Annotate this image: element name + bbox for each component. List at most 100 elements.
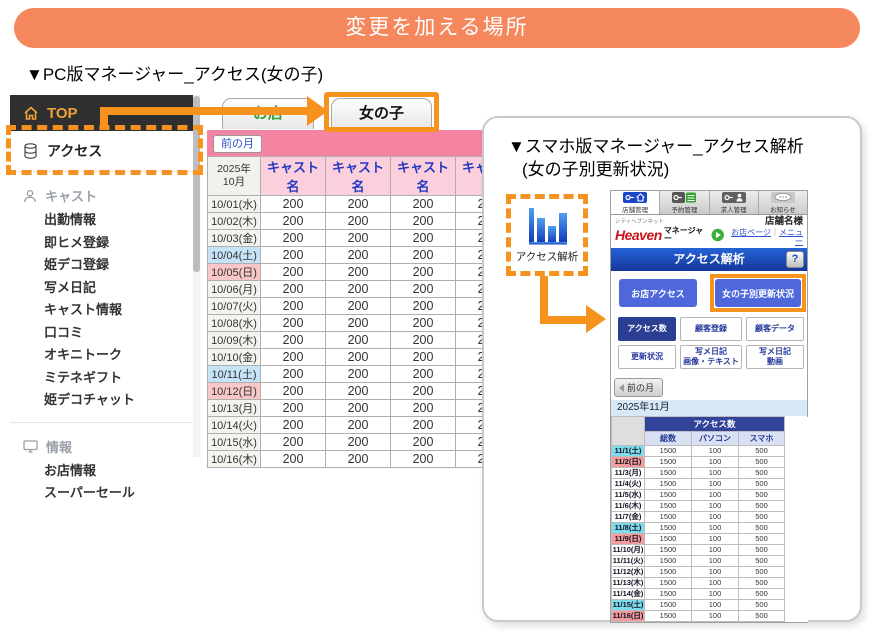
pc-date-cell: 10/01(水) bbox=[208, 196, 261, 213]
phone-filter-button[interactable]: 更新状況 bbox=[618, 345, 676, 369]
filler-cell bbox=[785, 556, 808, 567]
pc-date-cell: 10/08(水) bbox=[208, 315, 261, 332]
pc-table-row: 10/06(月)200200200200 bbox=[208, 281, 521, 298]
shop-name: 店舗名様 bbox=[725, 216, 803, 227]
heaven-logo-suffix: マネージャー bbox=[664, 227, 710, 243]
cast-menu-list: 出勤情報即ヒメ登録姫デコ登録写メ日記キャスト情報口コミオキニトークミテネギフト姫… bbox=[10, 205, 200, 412]
pc-table-row: 10/01(水)200200200200 bbox=[208, 196, 521, 213]
phone-value-cell: 500 bbox=[739, 567, 785, 578]
phone-filter-button[interactable]: 顧客データ bbox=[746, 317, 804, 341]
home-icon bbox=[23, 106, 39, 121]
pc-value-cell: 200 bbox=[261, 230, 326, 247]
phone-value-cell: 500 bbox=[739, 600, 785, 611]
phone-table-row: 11/4(火)1500100500 bbox=[612, 479, 808, 490]
person-icon bbox=[23, 189, 37, 203]
help-button[interactable]: ? bbox=[786, 251, 804, 268]
phone-tab-reservation[interactable]: 予約管理 bbox=[660, 191, 709, 214]
play-icon bbox=[711, 228, 724, 242]
filler-cell bbox=[785, 534, 808, 545]
phone-value-cell: 500 bbox=[739, 446, 785, 457]
pc-value-cell: 200 bbox=[326, 264, 391, 281]
phone-value-cell: 1500 bbox=[645, 490, 692, 501]
phone-value-cell: 100 bbox=[692, 457, 739, 468]
phone-table-row: 11/14(金)1500100500 bbox=[612, 589, 808, 600]
phone-filter-button[interactable]: 顧客登録 bbox=[680, 317, 742, 341]
sidebar-item[interactable]: オキニトーク bbox=[44, 344, 200, 367]
filler-cell bbox=[785, 501, 808, 512]
phone-tab-label: 店舗管理 bbox=[622, 204, 648, 214]
menu-link[interactable]: メニュー bbox=[779, 228, 803, 247]
pc-table-row: 10/08(水)200200200200 bbox=[208, 315, 521, 332]
sidebar-item[interactable]: ミテネギフト bbox=[44, 367, 200, 390]
pc-value-cell: 200 bbox=[326, 349, 391, 366]
left-arrow-icon bbox=[619, 384, 624, 392]
pc-table-body: 10/01(水)20020020020010/02(木)200200200200… bbox=[208, 196, 521, 468]
phone-table-row: 11/5(水)1500100500 bbox=[612, 490, 808, 501]
filler-cell bbox=[785, 589, 808, 600]
pc-value-cell: 200 bbox=[261, 332, 326, 349]
phone-value-cell: 100 bbox=[692, 523, 739, 534]
month-header-cell: 2025年 10月 bbox=[208, 157, 261, 196]
phone-tab-recruit[interactable]: 求人管理 bbox=[710, 191, 759, 214]
phone-date-cell: 11/1(土) bbox=[612, 446, 645, 457]
sidebar-scrollbar-thumb[interactable] bbox=[193, 96, 200, 272]
phone-filter-button[interactable]: アクセス数 bbox=[618, 317, 676, 341]
phone-value-cell: 100 bbox=[692, 578, 739, 589]
phone-date-cell: 11/4(火) bbox=[612, 479, 645, 490]
shop-access-button[interactable]: お店アクセス bbox=[619, 279, 697, 307]
pc-value-cell: 200 bbox=[326, 400, 391, 417]
pc-value-cell: 200 bbox=[326, 451, 391, 468]
phone-date-cell: 11/13(木) bbox=[612, 578, 645, 589]
pc-table-row: 10/02(木)200200200200 bbox=[208, 213, 521, 230]
access-count-group-header: アクセス数 bbox=[645, 417, 785, 432]
pc-date-cell: 10/14(火) bbox=[208, 417, 261, 434]
filler-cell bbox=[785, 446, 808, 457]
phone-prev-month-button[interactable]: 前の月 bbox=[614, 378, 663, 397]
phone-value-cell: 500 bbox=[739, 578, 785, 589]
pc-value-cell: 200 bbox=[391, 400, 456, 417]
sidebar-group-info-label: 情報 bbox=[46, 437, 72, 456]
phone-filter-button[interactable]: 写メ日記 画像・テキスト bbox=[680, 345, 742, 369]
phone-value-cell: 1500 bbox=[645, 611, 692, 622]
sidebar-item[interactable]: 姫デコ登録 bbox=[44, 254, 200, 277]
sidebar-divider bbox=[10, 422, 200, 423]
pc-value-cell: 200 bbox=[261, 247, 326, 264]
prev-month-button[interactable]: 前の月 bbox=[213, 135, 262, 153]
phone-value-cell: 100 bbox=[692, 611, 739, 622]
filler-cell bbox=[785, 523, 808, 534]
pc-value-cell: 200 bbox=[326, 298, 391, 315]
sidebar-group-info: 情報 bbox=[10, 437, 200, 456]
pc-value-cell: 200 bbox=[391, 315, 456, 332]
pc-value-cell: 200 bbox=[261, 400, 326, 417]
filler-cell bbox=[785, 611, 808, 622]
sidebar-item[interactable]: お店情報 bbox=[44, 460, 200, 483]
phone-page-title: アクセス解析 bbox=[673, 252, 744, 266]
shop-info: 店舗名様 お店ページ｜メニュー bbox=[725, 216, 803, 247]
phone-value-cell: 1500 bbox=[645, 589, 692, 600]
phone-month-label: 2025年11月 bbox=[611, 400, 807, 416]
pc-date-cell: 10/10(金) bbox=[208, 349, 261, 366]
filler-cell bbox=[785, 600, 808, 611]
phone-date-cell: 11/12(水) bbox=[612, 567, 645, 578]
phone-value-cell: 1500 bbox=[645, 479, 692, 490]
phone-value-cell: 500 bbox=[739, 611, 785, 622]
phone-value-cell: 100 bbox=[692, 479, 739, 490]
sidebar-item[interactable]: 写メ日記 bbox=[44, 277, 200, 300]
pc-value-cell: 200 bbox=[326, 417, 391, 434]
pc-value-cell: 200 bbox=[391, 383, 456, 400]
shop-page-link[interactable]: お店ページ bbox=[731, 228, 771, 237]
phone-tab-notice[interactable]: お知らせ bbox=[759, 191, 807, 214]
sidebar-item[interactable]: 即ヒメ登録 bbox=[44, 232, 200, 255]
panel-heading-line2: (女の子別更新状況) bbox=[522, 155, 669, 180]
sidebar-item[interactable]: 姫デコチャット bbox=[44, 389, 200, 412]
phone-value-cell: 100 bbox=[692, 534, 739, 545]
sidebar-item[interactable]: スーパーセール bbox=[44, 482, 200, 505]
pc-value-cell: 200 bbox=[326, 315, 391, 332]
phone-tab-store-management[interactable]: 店舗管理 bbox=[611, 191, 660, 214]
sidebar-item[interactable]: 出勤情報 bbox=[44, 209, 200, 232]
pc-date-cell: 10/15(水) bbox=[208, 434, 261, 451]
sidebar-item[interactable]: キャスト情報 bbox=[44, 299, 200, 322]
pc-date-cell: 10/07(火) bbox=[208, 298, 261, 315]
phone-filter-button[interactable]: 写メ日記 動画 bbox=[746, 345, 804, 369]
sidebar-item[interactable]: 口コミ bbox=[44, 322, 200, 345]
